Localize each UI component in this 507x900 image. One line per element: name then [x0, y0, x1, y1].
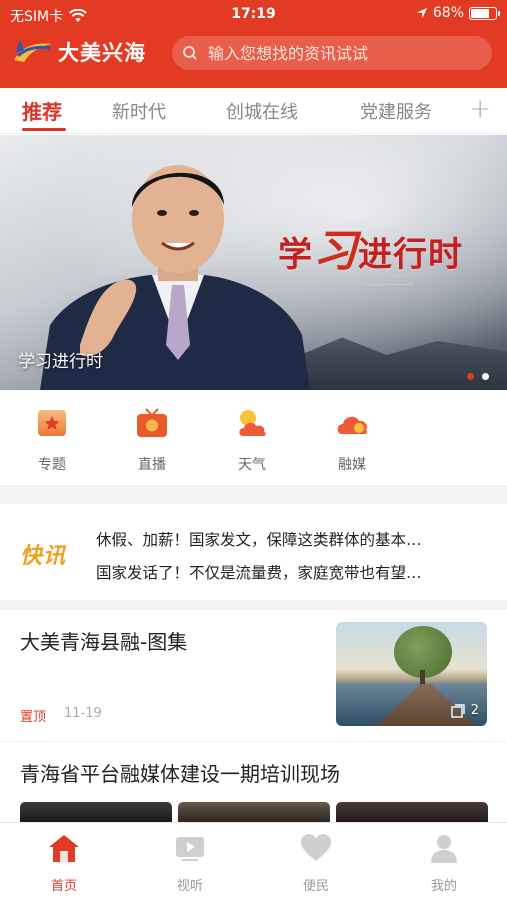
- slogan-part-2: 习: [313, 226, 358, 277]
- search-input[interactable]: [208, 43, 478, 63]
- nav-label: 便民: [302, 879, 329, 894]
- image-count-badge: 2: [451, 703, 479, 718]
- nav-label: 视听: [176, 879, 203, 894]
- article-image: [336, 802, 488, 822]
- quick-link-label: 直播: [138, 457, 166, 473]
- nav-profile[interactable]: 我的: [414, 831, 474, 894]
- tv-icon: [137, 408, 167, 437]
- add-tab-button[interactable]: +: [469, 94, 491, 124]
- quick-link-topics[interactable]: 专题: [17, 406, 87, 474]
- slogan-part-1: 学: [278, 235, 313, 275]
- battery-percent: 68%: [432, 5, 464, 21]
- article-image: [20, 802, 172, 822]
- logo-mark-icon: [14, 40, 52, 62]
- app-logo[interactable]: 大美兴海: [12, 36, 146, 68]
- carousel-dot-2[interactable]: [482, 373, 489, 380]
- heart-icon: [301, 834, 331, 861]
- status-right: 68%: [416, 5, 500, 21]
- article-title: 大美青海县融-图集: [20, 630, 188, 654]
- article-card[interactable]: 大美青海县融-图集 置顶 11-19 2: [0, 610, 507, 742]
- active-tab-indicator: [22, 128, 66, 131]
- weather-icon: [239, 410, 266, 436]
- quick-link-live[interactable]: 直播: [117, 406, 187, 474]
- slogan-part-3: 进行时: [358, 235, 463, 275]
- status-bar: 无SIM卡 17:19 68%: [0, 0, 507, 30]
- tab-party-service[interactable]: 党建服务: [360, 98, 432, 124]
- home-icon: [49, 835, 79, 862]
- news-flash-logo: 快讯: [20, 544, 67, 569]
- news-flash-item-2[interactable]: 国家发话了！不仅是流量费，家庭宽带也有望…: [96, 561, 480, 583]
- app-name: 大美兴海: [58, 41, 146, 65]
- banner-slogan: 学习进行时: [278, 215, 463, 279]
- banner-carousel[interactable]: 学习进行时 学习进行时: [0, 135, 507, 390]
- tab-recommend[interactable]: 推荐: [22, 96, 62, 125]
- cloud-icon: [337, 416, 368, 434]
- user-icon: [431, 835, 457, 863]
- news-flash-item-1[interactable]: 休假、加薪！国家发文，保障这类群体的基本…: [96, 528, 480, 550]
- search-icon: [183, 46, 197, 60]
- category-tabs: 推荐 新时代 创城在线 党建服务 +: [0, 88, 507, 134]
- quick-link-label: 融媒: [338, 457, 366, 473]
- nav-label: 我的: [430, 879, 457, 894]
- nav-services[interactable]: 便民: [286, 831, 346, 894]
- article-date: 11-19: [64, 706, 102, 721]
- pinned-tag: 置顶: [20, 710, 47, 725]
- section-divider: [0, 486, 507, 504]
- quick-link-weather[interactable]: 天气: [217, 406, 287, 474]
- slogan-subtitle-pill: [354, 275, 414, 285]
- carousel-dots: [467, 373, 489, 380]
- gallery-icon: [451, 703, 465, 718]
- article-thumbnail: 2: [336, 622, 487, 726]
- quick-links: 专题 直播 天气 融媒: [0, 390, 507, 486]
- section-divider: [0, 600, 507, 610]
- bottom-navigation: 首页 视听 便民 我的: [0, 822, 507, 900]
- nav-label: 首页: [50, 879, 77, 894]
- location-arrow-icon: [416, 8, 427, 18]
- nav-home[interactable]: 首页: [34, 831, 94, 894]
- article-image-strip: [20, 802, 488, 822]
- search-bar[interactable]: [172, 36, 492, 70]
- video-icon: [176, 837, 204, 861]
- article-image: [178, 802, 330, 822]
- article-title: 青海省平台融媒体建设一期培训现场: [20, 762, 340, 786]
- quick-link-media[interactable]: 融媒: [317, 406, 387, 474]
- app-header: 无SIM卡 17:19 68% 大美兴海: [0, 0, 507, 88]
- nav-video[interactable]: 视听: [160, 831, 220, 894]
- news-flash[interactable]: 快讯 休假、加薪！国家发文，保障这类群体的基本… 国家发话了！不仅是流量费，家庭…: [0, 504, 507, 600]
- tab-city-online[interactable]: 创城在线: [226, 98, 298, 124]
- article-card[interactable]: 青海省平台融媒体建设一期培训现场: [0, 742, 507, 822]
- quick-link-label: 天气: [238, 457, 266, 473]
- banner-caption: 学习进行时: [18, 352, 103, 372]
- star-icon: [38, 410, 66, 436]
- carousel-dot-1[interactable]: [467, 373, 474, 380]
- tab-new-era[interactable]: 新时代: [112, 98, 166, 124]
- quick-link-label: 专题: [38, 457, 66, 473]
- battery-icon: [469, 6, 500, 20]
- image-count: 2: [470, 703, 479, 718]
